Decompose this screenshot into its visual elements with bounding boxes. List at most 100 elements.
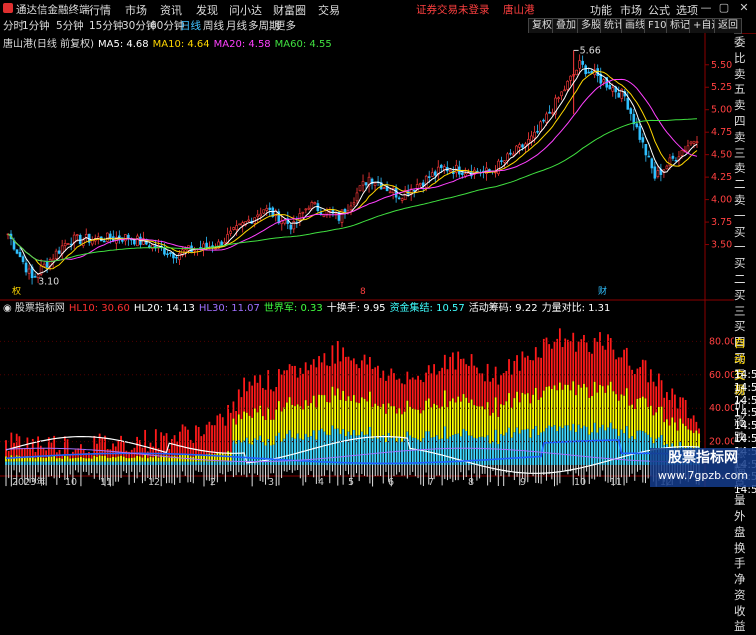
close-icon[interactable]: ✕ (738, 2, 750, 14)
date-tick-3: 12 (148, 477, 160, 487)
date-tick-12: 10 (574, 477, 586, 487)
indicator-legend-1: HL20: 14.13 (133, 303, 195, 314)
price-tick-2: 5.00 (711, 105, 732, 116)
low-price-label: 3.10 (38, 277, 59, 288)
price-tick-5: 4.25 (711, 172, 732, 183)
side-label-4: 卖二 (734, 161, 746, 192)
side-label-17: 净资 (734, 572, 746, 602)
side-label-5: 卖一 (734, 192, 746, 223)
tab-timeframe-10[interactable]: 更多 (275, 18, 296, 33)
indicator-tick-0: 80.00 (709, 336, 734, 347)
main-legend-title: 唐山港(日线 前复权) (3, 39, 94, 50)
tick-time-5: 14:56 (734, 432, 756, 445)
menu-item-6[interactable]: 交易 (318, 2, 340, 18)
indicator-tick-3: 20.00 (709, 437, 734, 448)
date-tick-7: 5 (348, 477, 354, 487)
indicator-legend-2: HL30: 11.07 (198, 303, 260, 314)
toolbar-button-8[interactable]: 返回 (714, 18, 742, 34)
tick-time-4: 14:56 (734, 420, 756, 433)
app-logo-icon (3, 3, 13, 13)
side-label-15: 外盘 (734, 508, 746, 539)
watermark: 股票指标网 www.7gpzb.com (650, 448, 756, 487)
indicator-legend: ◉ 股票指标网 HL10: 30.60 HL20: 14.13 HL30: 11.07… (3, 299, 614, 314)
side-label-3: 卖三 (734, 129, 746, 160)
right-menu-item-2[interactable]: 公式 (648, 2, 670, 18)
menu-item-2[interactable]: 资讯 (160, 2, 182, 18)
main-legend: 唐山港(日线 前复权) MA5: 4.68 MA10: 4.64 MA20: 4.58… (3, 35, 336, 50)
marker-mid: 8 (360, 287, 366, 297)
side-label-1: 卖五 (734, 66, 746, 97)
tick-time-0: 14:56 (734, 369, 756, 381)
kline-chart[interactable]: 5.50 5.25 5.00 4.75 4.50 4.25 4.00 3.75 3.50 80.0… (0, 33, 734, 487)
ma-legend-0: MA5: 4.68 (97, 39, 149, 50)
indicator-legend-4: 十换手: 9.95 (326, 303, 386, 314)
menu-item-0[interactable]: 行情 (89, 2, 111, 18)
quote-side-panel: 委比卖五卖四卖三卖二卖一买一买二买三买四买五现价涨跌涨幅总量外盘换手净资收益 (734, 35, 756, 635)
menu-item-4[interactable]: 问小达 (229, 2, 262, 18)
watermark-title: 股票指标网 (668, 450, 738, 466)
right-menu-item-1[interactable]: 市场 (620, 2, 642, 18)
title-bar: 通达信金融终端 行情 市场 资讯 发现 问小达 财富圈 交易 证券交易未登录 唐山港 功能市… (0, 0, 756, 18)
current-stock-name[interactable]: 唐山港 (503, 2, 535, 17)
side-label-8: 买三 (734, 287, 746, 318)
date-tick-5: 3 (268, 477, 274, 487)
high-price-label: 5.66 (580, 45, 601, 56)
indicator-legend-6: 活动筹码: 9.22 (468, 303, 538, 314)
indicator-legend-3: 世界军: 0.33 (263, 303, 323, 314)
tab-timeframe-7[interactable]: 周线 (203, 18, 224, 33)
side-label-0: 委比 (734, 35, 746, 65)
indicator-legend-7: 力量对比: 1.31 (541, 303, 611, 314)
indicator-tick-1: 60.00 (709, 370, 734, 381)
date-tick-11: 9 (520, 477, 526, 487)
tick-time-1: 14:56 (734, 381, 756, 394)
side-label-6: 买一 (734, 224, 746, 255)
tab-timeframe-3[interactable]: 15分钟 (89, 18, 123, 33)
indicator-tick-2: 40.00 (709, 403, 734, 414)
price-tick-4: 4.50 (711, 150, 732, 161)
tab-timeframe-2[interactable]: 5分钟 (56, 18, 84, 33)
menu-item-5[interactable]: 财富圈 (273, 2, 306, 18)
menu-item-1[interactable]: 市场 (125, 2, 147, 18)
right-menu-item-0[interactable]: 功能 (590, 2, 612, 18)
side-label-18: 收益 (734, 603, 746, 634)
price-tick-7: 3.75 (711, 217, 732, 228)
watermark-url: www.7gpzb.com (657, 469, 749, 482)
minimize-icon[interactable]: — (700, 2, 712, 14)
side-tab-0[interactable]: 自动 (734, 336, 756, 368)
tab-timeframe-8[interactable]: 月线 (226, 18, 247, 33)
timeframe-bar: 分时 1分钟 5分钟 15分钟 30分钟 60分钟 日线 周线 月线 多周期 更多 复权 叠加 多股 统计… (0, 17, 756, 34)
marker-right: 财 (598, 285, 607, 297)
login-notice[interactable]: 证券交易未登录 (416, 2, 490, 17)
indicator-legend-5: 资金集结: 10.57 (389, 303, 465, 314)
side-label-2: 卖四 (734, 98, 746, 128)
indicator-name: ◉ 股票指标网 (3, 303, 65, 314)
date-tick-2: 11 (100, 477, 112, 487)
date-tick-0: 2023年 (12, 476, 46, 487)
date-tick-8: 6 (388, 477, 394, 487)
date-tick-9: 7 (428, 477, 434, 487)
date-tick-13: 11 (610, 477, 622, 487)
ma-legend-2: MA20: 4.58 (213, 39, 271, 50)
tab-timeframe-1[interactable]: 1分钟 (22, 18, 50, 33)
ma-legend-1: MA10: 4.64 (152, 39, 210, 50)
toolbar-button-1[interactable]: 叠加 (552, 18, 580, 34)
tab-timeframe-6[interactable]: 日线 (180, 18, 201, 33)
maximize-icon[interactable]: ▢ (718, 2, 730, 14)
tab-timeframe-0[interactable]: 分时 (3, 18, 24, 33)
app-title: 通达信金融终端 (16, 4, 90, 16)
right-menu-item-3[interactable]: 选项 (676, 2, 698, 18)
price-tick-0: 5.50 (711, 60, 732, 71)
indicator-legend-0: HL10: 30.60 (68, 303, 130, 314)
date-tick-6: 4 (318, 477, 324, 487)
price-tick-1: 5.25 (711, 82, 732, 93)
ma-legend-3: MA60: 4.55 (274, 39, 332, 50)
date-tick-4: 2 (210, 477, 216, 487)
tick-time-3: 14:56 (734, 407, 756, 420)
marker-left: 权 (12, 285, 21, 297)
price-tick-8: 3.50 (711, 240, 732, 251)
tick-time-2: 14:56 (734, 394, 756, 407)
date-tick-1: 10 (65, 477, 77, 487)
price-tick-3: 4.75 (711, 127, 732, 138)
side-label-16: 换手 (734, 540, 746, 571)
menu-item-3[interactable]: 发现 (196, 2, 218, 18)
